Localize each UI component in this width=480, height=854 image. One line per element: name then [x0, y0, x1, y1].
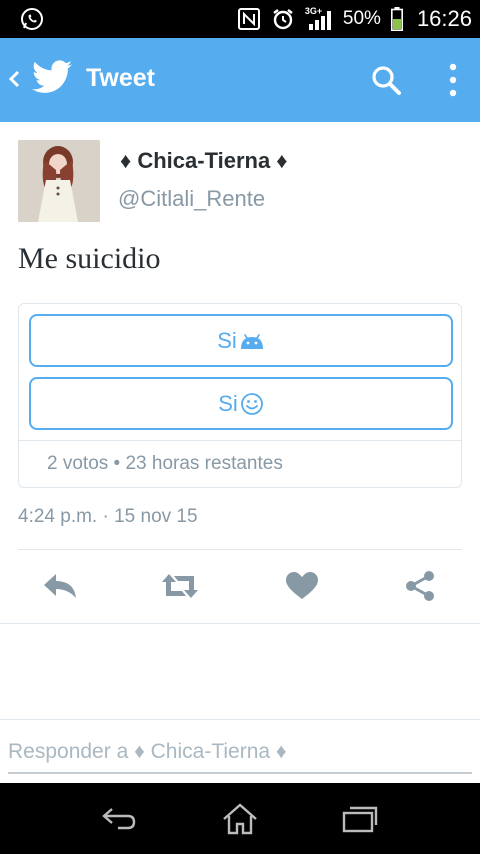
alarm-icon: [273, 9, 293, 30]
status-bar: 3G+ 50% 16:26: [0, 0, 480, 38]
display-name[interactable]: ♦ Chica-Tierna ♦: [120, 148, 288, 174]
twitter-bird-icon: [32, 60, 72, 93]
poll-divider: [19, 440, 461, 441]
signal-icon: 3G+: [305, 6, 333, 30]
android-icon: [239, 331, 265, 351]
poll-option-2[interactable]: Si: [29, 377, 453, 430]
poll-card: Si Si 2 votos • 23 horas restantes: [18, 303, 462, 488]
back-arrow-icon: [102, 808, 136, 830]
battery-percent: 50%: [342, 8, 381, 29]
reply-bar: [0, 719, 480, 783]
poll-option-1[interactable]: Si: [29, 314, 453, 367]
reply-button[interactable]: [40, 566, 80, 606]
smiley-icon: [240, 392, 264, 416]
poll-meta: 2 votos • 23 horas restantes: [47, 453, 283, 474]
nav-recents-button[interactable]: [340, 801, 380, 837]
share-icon: [406, 571, 434, 601]
whatsapp-icon: [21, 8, 43, 30]
poll-option-label: Si: [218, 390, 238, 416]
retweet-icon: [162, 574, 198, 598]
avatar[interactable]: [18, 140, 100, 222]
share-button[interactable]: [400, 566, 440, 606]
overflow-menu-icon[interactable]: [446, 62, 460, 98]
nav-back-button[interactable]: [100, 801, 140, 837]
back-chevron-icon[interactable]: [6, 66, 24, 92]
retweet-button[interactable]: [160, 566, 200, 606]
clock: 16:26: [416, 6, 472, 31]
reply-icon: [44, 574, 76, 598]
heart-icon: [286, 572, 318, 599]
app-bar: Tweet: [0, 38, 480, 122]
recents-icon: [342, 806, 378, 833]
battery-icon: [390, 7, 403, 31]
tweet-actions: [0, 566, 480, 606]
nfc-icon: [237, 8, 260, 30]
divider: [18, 549, 462, 550]
system-nav-bar: [0, 783, 480, 854]
reply-input[interactable]: [8, 732, 472, 774]
nav-home-button[interactable]: [220, 801, 260, 837]
user-handle[interactable]: @Citlali_Rente: [118, 186, 265, 212]
search-icon[interactable]: [370, 64, 402, 96]
tweet-timestamp: 4:24 p.m. · 15 nov 15: [18, 506, 198, 527]
home-icon: [223, 803, 257, 835]
poll-option-label: Si: [217, 327, 237, 353]
divider: [0, 623, 480, 624]
like-button[interactable]: [282, 566, 322, 606]
page-title: Tweet: [86, 64, 155, 92]
tweet-text: Me suicidio: [18, 242, 161, 275]
